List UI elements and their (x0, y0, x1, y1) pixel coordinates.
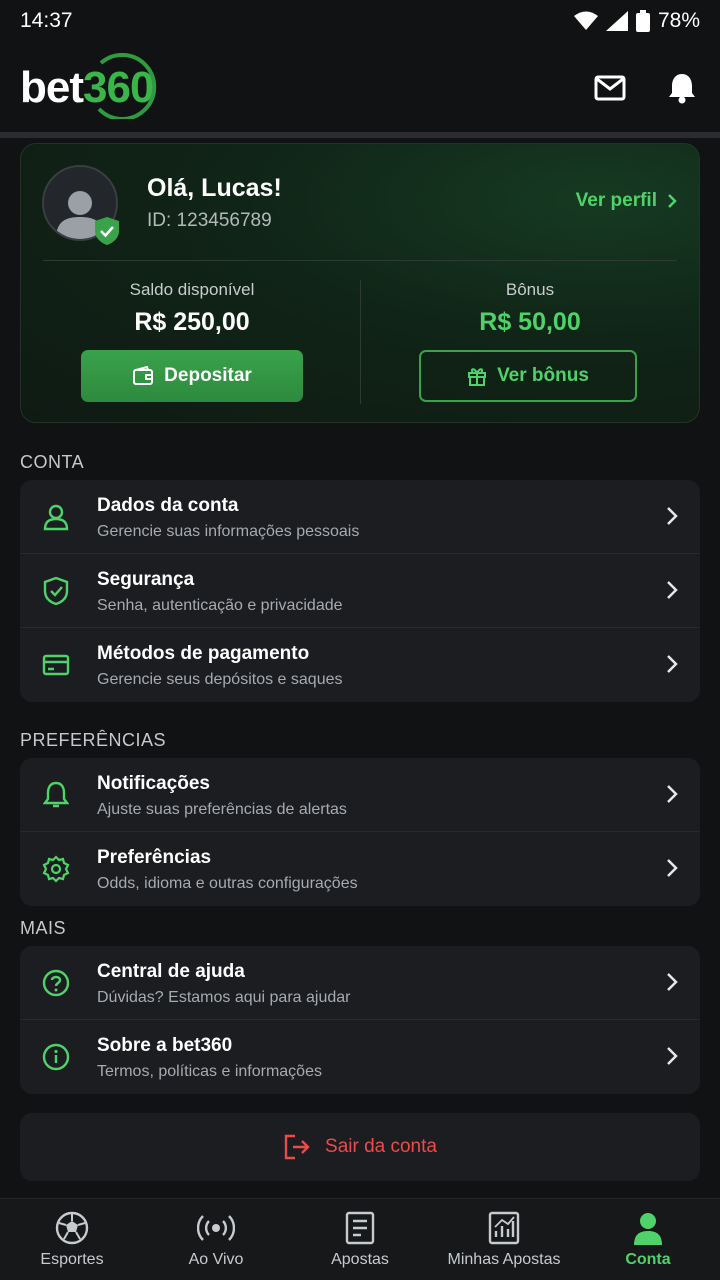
menu-item-title: Dados da conta (97, 495, 239, 516)
chart-icon (488, 1211, 520, 1245)
more-menu: Central de ajuda Dúvidas? Estamos aqui p… (20, 946, 700, 1094)
mail-icon[interactable] (594, 75, 626, 101)
chevron-right-icon (667, 1047, 678, 1065)
bell-icon[interactable] (668, 72, 696, 104)
card-divider (43, 260, 677, 261)
nav-item-live[interactable]: Ao Vivo (144, 1199, 288, 1280)
menu-item-title: Sobre a bet360 (97, 1035, 233, 1056)
menu-item-security[interactable]: Segurança Senha, autenticação e privacid… (20, 554, 700, 628)
user-icon (42, 503, 70, 531)
logout-label: Sair da conta (325, 1136, 437, 1157)
logout-button[interactable]: Sair da conta (20, 1113, 700, 1181)
wifi-icon (573, 11, 598, 30)
menu-item-subtitle: Dúvidas? Estamos aqui para ajudar (97, 989, 351, 1006)
chevron-right-icon (667, 973, 678, 991)
wallet-icon (133, 366, 154, 385)
view-bonus-label: Ver bônus (497, 365, 589, 386)
menu-item-title: Métodos de pagamento (97, 643, 310, 664)
menu-item-subtitle: Odds, idioma e outras configurações (97, 875, 358, 892)
view-profile-label: Ver perfil (575, 190, 657, 211)
bonus-label: Bônus (505, 280, 555, 299)
bet-slip-icon (345, 1211, 375, 1245)
menu-item-help-center[interactable]: Central de ajuda Dúvidas? Estamos aqui p… (20, 946, 700, 1020)
help-circle-icon (42, 969, 70, 997)
battery-level: 78% (657, 9, 700, 32)
nav-label: Conta (625, 1251, 671, 1268)
account-menu: Dados da conta Gerencie suas informações… (20, 480, 700, 702)
nav-item-my-bets[interactable]: Minhas Apostas (432, 1199, 576, 1280)
balance-value: R$ 250,00 (134, 308, 250, 336)
battery-icon (635, 10, 650, 32)
menu-item-subtitle: Senha, autenticação e privacidade (97, 597, 343, 614)
nav-label: Esportes (40, 1251, 104, 1268)
menu-item-subtitle: Gerencie seus depósitos e saques (97, 671, 343, 688)
menu-item-subtitle: Ajuste suas preferências de alertas (97, 801, 347, 818)
chevron-right-icon (667, 655, 678, 673)
menu-item-subtitle: Gerencie suas informações pessoais (97, 523, 360, 540)
nav-item-account[interactable]: Conta (576, 1199, 720, 1280)
gift-icon (468, 368, 487, 386)
soccer-ball-icon (55, 1211, 89, 1245)
logo-ring-icon (97, 53, 157, 119)
chevron-right-icon (668, 194, 677, 208)
info-circle-icon (42, 1043, 70, 1071)
bell-icon (42, 781, 70, 809)
shield-check-icon (42, 576, 70, 606)
user-id: ID: 123456789 (147, 210, 272, 231)
chevron-right-icon (667, 859, 678, 877)
nav-label: Ao Vivo (188, 1251, 244, 1268)
logout-icon (284, 1134, 310, 1160)
menu-item-title: Preferências (97, 847, 212, 868)
profile-card: Olá, Lucas! ID: 123456789 Ver perfil Sal… (20, 143, 700, 423)
nav-label: Minhas Apostas (447, 1251, 561, 1268)
logo-text: bet (20, 63, 84, 112)
menu-item-preferences[interactable]: Preferências Odds, idioma e outras confi… (20, 832, 700, 906)
deposit-button[interactable]: Depositar (81, 350, 303, 402)
menu-item-account-data[interactable]: Dados da conta Gerencie suas informações… (20, 480, 700, 554)
user-filled-icon (634, 1213, 662, 1245)
status-icons: 78% (573, 9, 700, 33)
gear-icon (42, 855, 70, 883)
menu-item-title: Central de ajuda (97, 961, 245, 982)
menu-item-payment-methods[interactable]: Métodos de pagamento Gerencie seus depós… (20, 628, 700, 702)
chevron-right-icon (667, 507, 678, 525)
deposit-label: Depositar (164, 365, 252, 386)
bottom-nav: Esportes Ao Vivo Apostas Minhas Apostas … (0, 1198, 720, 1280)
menu-item-subtitle: Termos, políticas e informações (97, 1063, 322, 1080)
view-bonus-button[interactable]: Ver bônus (419, 350, 637, 402)
status-time: 14:37 (20, 9, 73, 32)
section-title-more: MAIS (20, 918, 67, 938)
bonus-value: R$ 50,00 (479, 308, 581, 336)
verified-badge-icon (95, 217, 119, 245)
section-title-account: CONTA (20, 452, 85, 472)
status-bar: 14:37 78% (0, 0, 720, 42)
menu-item-title: Notificações (97, 773, 210, 794)
bet360-logo[interactable]: bet 360 (20, 53, 157, 119)
live-broadcast-icon (197, 1215, 235, 1241)
section-title-preferences: PREFERÊNCIAS (20, 730, 167, 750)
nav-item-sports[interactable]: Esportes (0, 1199, 144, 1280)
menu-item-title: Segurança (97, 569, 195, 590)
chevron-right-icon (667, 785, 678, 803)
nav-label: Apostas (331, 1251, 389, 1268)
chevron-right-icon (667, 581, 678, 599)
credit-card-icon (42, 651, 70, 679)
app-header: bet 360 (0, 42, 720, 134)
bonus-section: Bônus R$ 50,00 (419, 280, 641, 337)
menu-item-notifications[interactable]: Notificações Ajuste suas preferências de… (20, 758, 700, 832)
signal-icon (605, 11, 628, 31)
view-profile-link[interactable]: Ver perfil (576, 190, 677, 212)
preferences-menu: Notificações Ajuste suas preferências de… (20, 758, 700, 906)
card-vertical-divider (360, 280, 361, 404)
balance-label: Saldo disponível (129, 280, 255, 299)
balance-section: Saldo disponível R$ 250,00 (81, 280, 303, 337)
greeting: Olá, Lucas! (147, 174, 282, 202)
menu-item-about[interactable]: Sobre a bet360 Termos, políticas e infor… (20, 1020, 700, 1094)
header-divider (0, 132, 720, 138)
nav-item-bets[interactable]: Apostas (288, 1199, 432, 1280)
